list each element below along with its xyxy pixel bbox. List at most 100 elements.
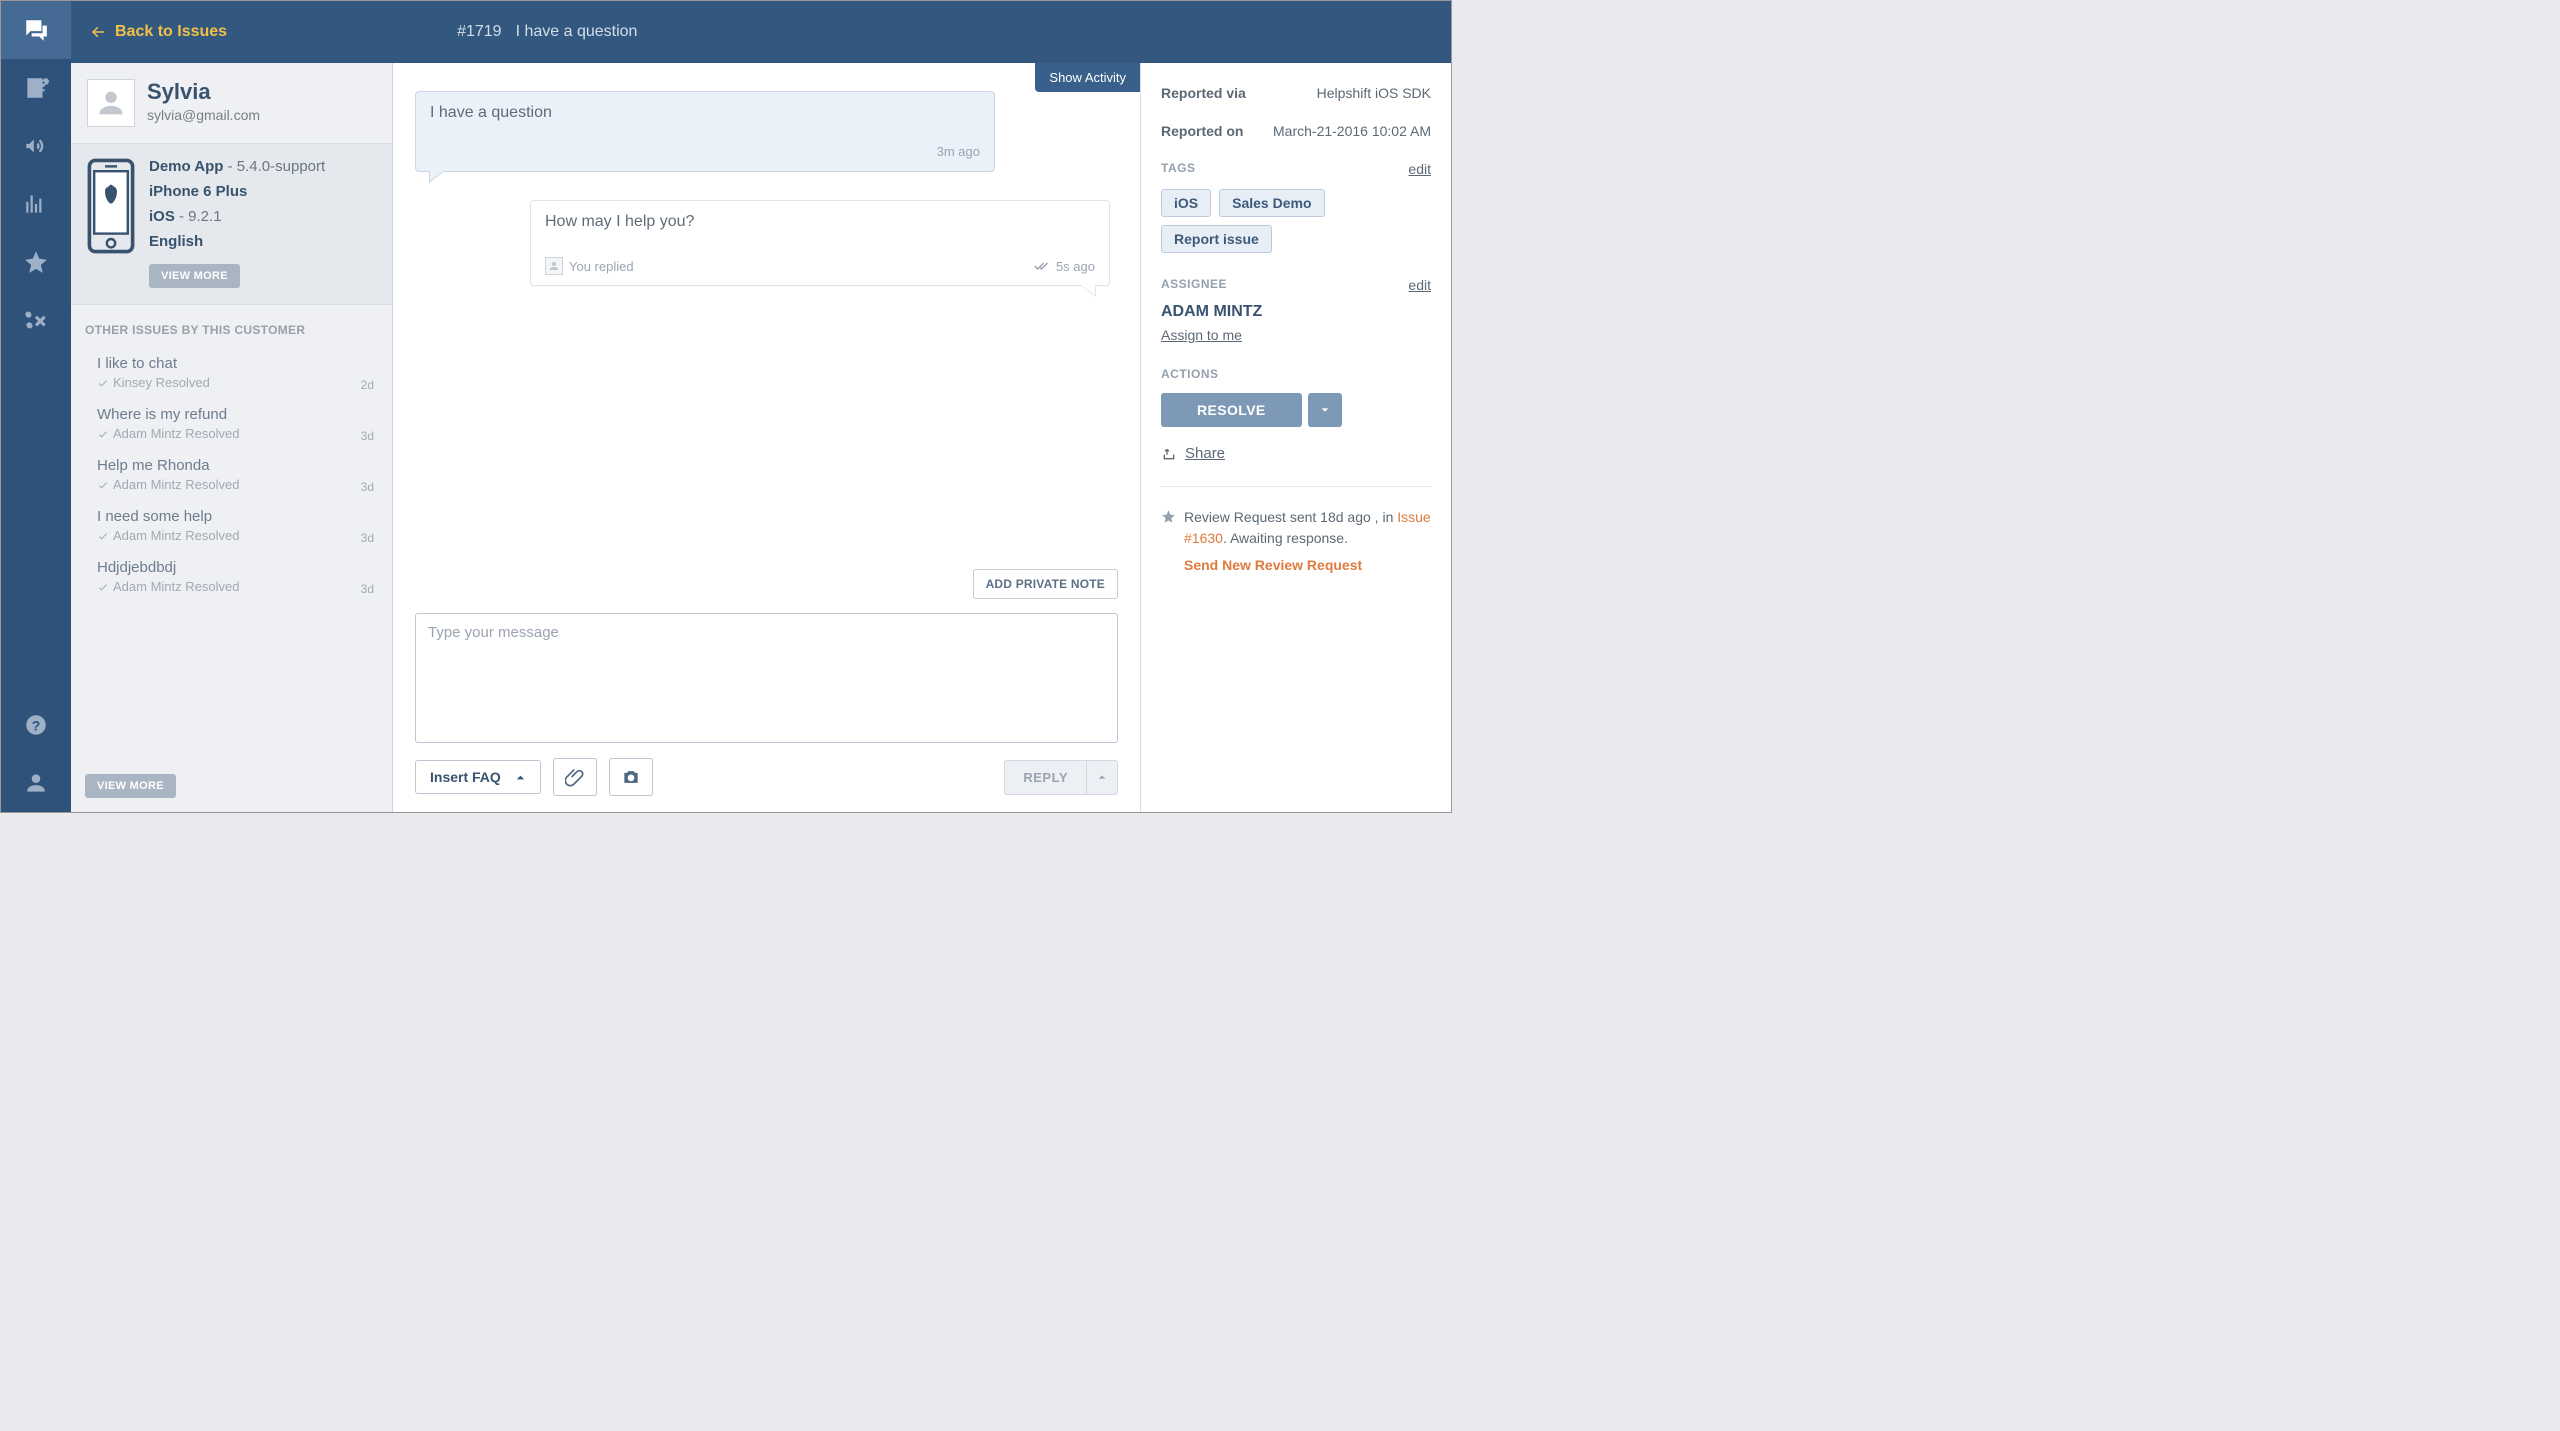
device-model: iPhone 6 Plus — [149, 183, 376, 200]
detail-panel: Reported via Helpshift iOS SDK Reported … — [1141, 63, 1451, 812]
toolbar-left: Insert FAQ — [415, 758, 653, 796]
other-issue-time: 2d — [361, 378, 374, 392]
review-text-suffix: . Awaiting response. — [1223, 530, 1348, 546]
conversation-scroll[interactable]: I have a question 3m ago How may I help … — [393, 63, 1140, 563]
customer-avatar — [87, 79, 135, 127]
device-language: English — [149, 233, 376, 250]
message-time: 3m ago — [430, 144, 980, 159]
nav-starred[interactable] — [1, 233, 71, 291]
back-arrow-icon — [89, 23, 107, 41]
nav-faq[interactable] — [1, 59, 71, 117]
nav-settings[interactable] — [1, 291, 71, 349]
attach-file-button[interactable] — [553, 758, 597, 796]
other-issue-time: 3d — [361, 429, 374, 443]
resolve-button[interactable]: RESOLVE — [1161, 393, 1302, 427]
reported-on-label: Reported on — [1161, 123, 1243, 139]
other-issue-time: 3d — [361, 531, 374, 545]
os-version: - 9.2.1 — [175, 208, 222, 225]
check-icon — [97, 581, 109, 593]
assignee-edit-link[interactable]: edit — [1408, 277, 1431, 293]
app-version: - 5.4.0-support — [223, 158, 325, 175]
reported-via-label: Reported via — [1161, 85, 1246, 101]
message-input[interactable] — [415, 613, 1118, 743]
message-delivered: 5s ago — [1034, 259, 1095, 274]
titlebar: Back to Issues #1719 I have a question — [71, 1, 1451, 63]
other-issue-item[interactable]: Help me Rhonda Adam Mintz Resolved 3d — [85, 453, 378, 504]
message-text: How may I help you? — [545, 213, 1095, 231]
back-label: Back to Issues — [115, 23, 227, 41]
conversation-panel: Show Activity I have a question 3m ago H… — [393, 63, 1141, 812]
other-issue-title: Hdjdjebdbdj — [97, 559, 374, 576]
replier-info: You replied — [545, 257, 634, 275]
other-issue-item[interactable]: Where is my refund Adam Mintz Resolved 3… — [85, 402, 378, 453]
issue-id: #1719 — [457, 23, 502, 41]
nav-campaigns[interactable] — [1, 117, 71, 175]
other-issues-footer: VIEW MORE — [71, 766, 392, 812]
assignee-name: ADAM MINTZ — [1161, 303, 1431, 321]
other-issue-item[interactable]: I need some help Adam Mintz Resolved 3d — [85, 504, 378, 555]
reported-on-row: Reported on March-21-2016 10:02 AM — [1161, 123, 1431, 139]
other-issues-view-more-button[interactable]: VIEW MORE — [85, 774, 176, 798]
device-card: Demo App - 5.4.0-support iPhone 6 Plus i… — [71, 143, 392, 305]
send-new-review-link[interactable]: Send New Review Request — [1184, 555, 1431, 576]
composer-toolbar: Insert FAQ REPLY — [415, 758, 1118, 796]
actions-section: ACTIONS RESOLVE Share — [1161, 367, 1431, 462]
content: Sylvia sylvia@gmail.com Demo App - 5.4.0… — [71, 63, 1451, 812]
customer-name: Sylvia — [147, 79, 260, 105]
tags-edit-link[interactable]: edit — [1408, 161, 1431, 177]
device-view-more-button[interactable]: VIEW MORE — [149, 264, 240, 288]
check-icon — [97, 530, 109, 542]
camera-icon — [621, 767, 641, 787]
other-issue-status: Kinsey Resolved — [97, 375, 374, 390]
other-issue-item[interactable]: Hdjdjebdbdj Adam Mintz Resolved 3d — [85, 555, 378, 606]
other-issue-time: 3d — [361, 480, 374, 494]
assignee-section: ASSIGNEE edit ADAM MINTZ Assign to me — [1161, 277, 1431, 343]
toolbar-right: REPLY — [1004, 760, 1118, 795]
nav-rail: ? — [1, 1, 71, 812]
tag[interactable]: Sales Demo — [1219, 189, 1324, 217]
add-private-note-button[interactable]: ADD PRIVATE NOTE — [973, 569, 1118, 599]
star-icon — [1161, 509, 1176, 524]
customer-message: I have a question 3m ago — [415, 91, 995, 172]
resolve-options-button[interactable] — [1308, 393, 1342, 427]
agent-message: How may I help you? You replied 5s ago — [530, 200, 1110, 286]
svg-text:?: ? — [32, 717, 41, 733]
other-issue-status: Adam Mintz Resolved — [97, 528, 374, 543]
issue-title-group: #1719 I have a question — [457, 23, 637, 41]
back-to-issues-link[interactable]: Back to Issues — [89, 23, 227, 41]
tag[interactable]: Report issue — [1161, 225, 1272, 253]
share-row: Share — [1161, 445, 1431, 462]
tags-section: TAGS edit iOS Sales Demo Report issue — [1161, 161, 1431, 253]
reply-button[interactable]: REPLY — [1004, 760, 1087, 795]
divider — [1161, 486, 1431, 487]
other-issue-title: Where is my refund — [97, 406, 374, 423]
nav-conversations[interactable] — [1, 1, 71, 59]
nav-analytics[interactable] — [1, 175, 71, 233]
composer: Insert FAQ REPLY — [393, 607, 1140, 812]
assign-to-me-link[interactable]: Assign to me — [1161, 327, 1242, 343]
check-icon — [97, 428, 109, 440]
insert-faq-label: Insert FAQ — [430, 769, 501, 785]
nav-help[interactable]: ? — [1, 696, 71, 754]
other-issue-status: Adam Mintz Resolved — [97, 477, 374, 492]
tag[interactable]: iOS — [1161, 189, 1211, 217]
attach-image-button[interactable] — [609, 758, 653, 796]
add-note-row: ADD PRIVATE NOTE — [393, 563, 1140, 607]
person-icon — [94, 86, 128, 120]
nav-profile[interactable] — [1, 754, 71, 812]
main: Back to Issues #1719 I have a question S… — [71, 1, 1451, 812]
other-issue-title: I like to chat — [97, 355, 374, 372]
message-time: 5s ago — [1056, 259, 1095, 274]
customer-card: Sylvia sylvia@gmail.com — [71, 63, 392, 143]
share-link[interactable]: Share — [1185, 445, 1225, 462]
paperclip-icon — [565, 767, 585, 787]
app-root: ? Back to Issues #1719 I have a question — [0, 0, 1452, 813]
reported-via-value: Helpshift iOS SDK — [1317, 85, 1431, 101]
customer-panel: Sylvia sylvia@gmail.com Demo App - 5.4.0… — [71, 63, 393, 812]
agent-mini-avatar — [545, 257, 563, 275]
actions-label: ACTIONS — [1161, 367, 1431, 381]
reply-options-button[interactable] — [1087, 760, 1118, 795]
app-name: Demo App — [149, 158, 223, 175]
other-issue-item[interactable]: I like to chat Kinsey Resolved 2d — [85, 351, 378, 402]
insert-faq-button[interactable]: Insert FAQ — [415, 760, 541, 794]
